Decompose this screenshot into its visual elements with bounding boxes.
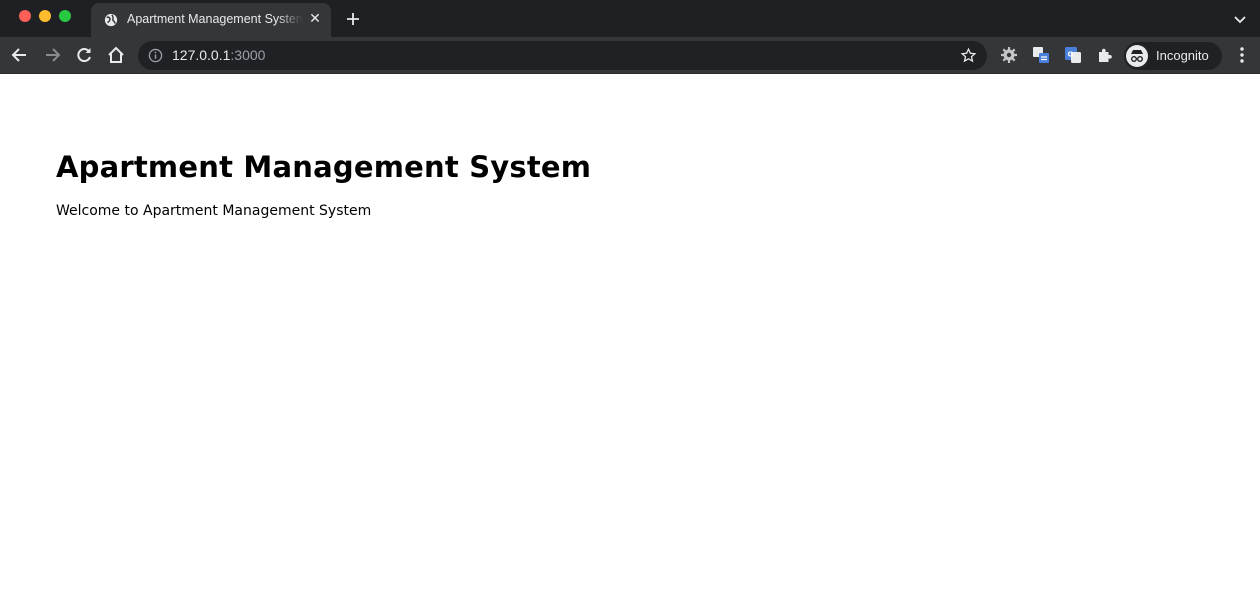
incognito-label: Incognito bbox=[1156, 48, 1209, 63]
translate-extension-icon[interactable] bbox=[1031, 45, 1051, 65]
welcome-text: Welcome to Apartment Management System bbox=[56, 203, 372, 219]
url-text[interactable]: 127.0.0.1:3000 bbox=[172, 47, 265, 63]
tab-search-chevron-icon[interactable] bbox=[1232, 11, 1248, 27]
url-host: 127.0.0.1 bbox=[172, 47, 231, 63]
page-content: Apartment Management System Welcome to A… bbox=[0, 74, 1260, 615]
info-icon[interactable] bbox=[148, 48, 163, 63]
url-port: :3000 bbox=[230, 47, 266, 63]
google-translate-icon[interactable]: G bbox=[1063, 45, 1083, 65]
active-tab[interactable]: Apartment Management System ✕ bbox=[91, 3, 331, 37]
window-close-button[interactable] bbox=[19, 10, 31, 22]
globe-icon bbox=[104, 13, 118, 27]
new-tab-icon[interactable] bbox=[343, 9, 363, 29]
back-icon[interactable] bbox=[10, 45, 30, 65]
home-icon[interactable] bbox=[106, 45, 126, 65]
more-menu-icon[interactable] bbox=[1232, 45, 1252, 65]
tab-strip: Apartment Management System ✕ bbox=[0, 0, 1260, 37]
tab-title: Apartment Management System bbox=[127, 12, 303, 26]
window-minimize-button[interactable] bbox=[39, 10, 51, 22]
browser-toolbar: 127.0.0.1:3000 G Incognito bbox=[0, 37, 1260, 74]
incognito-profile-button[interactable]: Incognito bbox=[1124, 42, 1222, 70]
svg-text:G: G bbox=[1068, 51, 1074, 59]
reload-icon[interactable] bbox=[74, 45, 94, 65]
extensions-puzzle-icon[interactable] bbox=[1095, 45, 1115, 65]
bookmark-star-icon[interactable] bbox=[960, 47, 977, 64]
window-maximize-button[interactable] bbox=[59, 10, 71, 22]
address-bar[interactable]: 127.0.0.1:3000 bbox=[138, 41, 987, 70]
incognito-icon bbox=[1126, 45, 1148, 67]
tab-close-icon[interactable]: ✕ bbox=[307, 11, 323, 27]
forward-icon[interactable] bbox=[42, 45, 62, 65]
page-title: Apartment Management System bbox=[56, 150, 592, 184]
settings-extension-icon[interactable] bbox=[999, 45, 1019, 65]
